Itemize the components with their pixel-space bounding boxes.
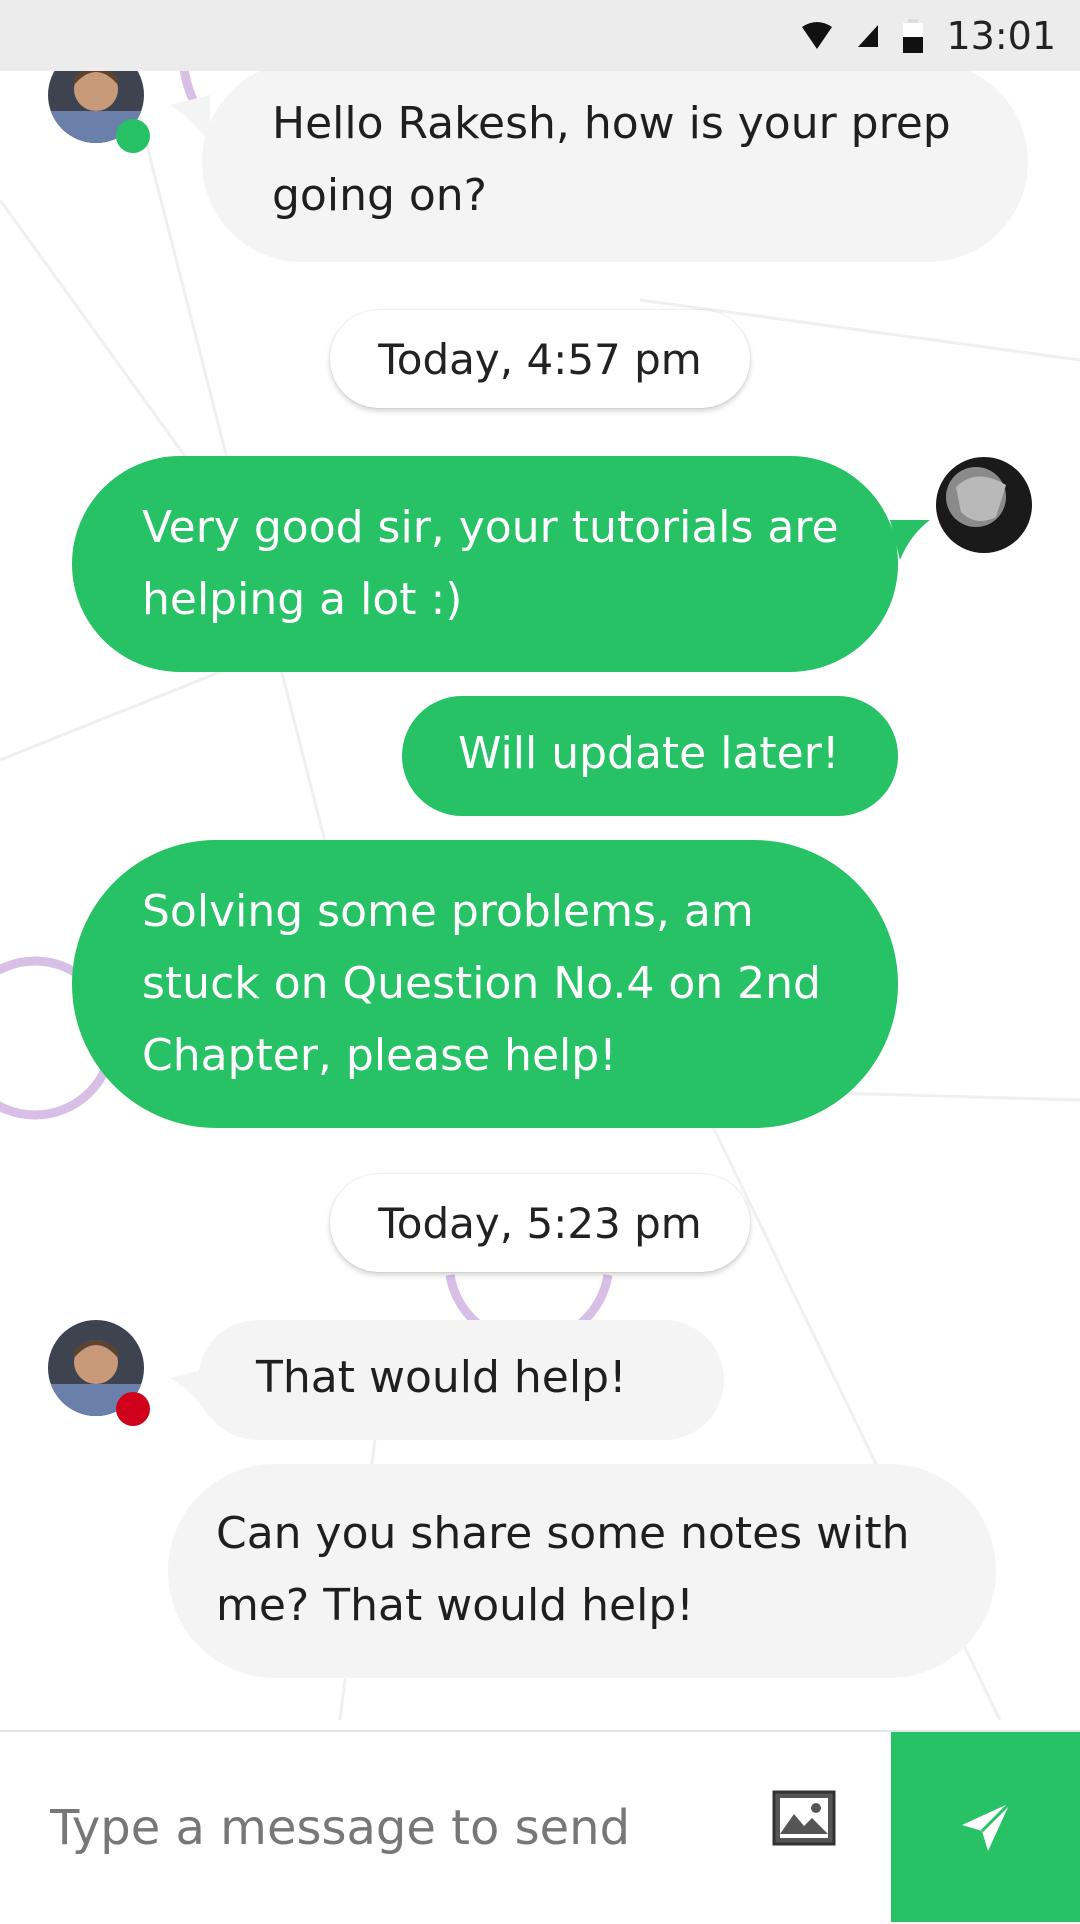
message-composer <box>0 1730 1080 1924</box>
battery-icon <box>903 18 924 53</box>
message-bubble[interactable]: That would help! <box>198 1320 724 1440</box>
status-bar: 13:01 <box>0 0 1080 71</box>
signal-icon <box>858 24 879 47</box>
offline-status-dot <box>116 1392 150 1426</box>
message-bubble[interactable]: Solving some problems, am stuck on Quest… <box>72 840 898 1128</box>
timestamp-chip: Today, 4:57 pm <box>330 310 750 408</box>
message-text: Can you share some notes with me? That w… <box>216 1508 910 1631</box>
person-photo-icon <box>936 457 1032 553</box>
message-input[interactable] <box>48 1732 692 1924</box>
message-bubble[interactable]: Can you share some notes with me? That w… <box>168 1464 996 1678</box>
message-text: Very good sir, your tutorials are helpin… <box>142 502 839 625</box>
message-text: Hello Rakesh, how is your prep going on? <box>272 98 951 221</box>
send-icon <box>961 1801 1011 1851</box>
wifi-icon <box>802 21 833 49</box>
message-bubble[interactable]: Hello Rakesh, how is your prep going on? <box>202 62 1028 262</box>
message-text: Will update later! <box>458 728 840 779</box>
attach-image-button[interactable] <box>772 1790 836 1846</box>
online-status-dot <box>116 119 150 153</box>
image-icon <box>772 1790 836 1846</box>
message-text: Solving some problems, am stuck on Quest… <box>142 886 821 1081</box>
status-time: 13:01 <box>946 13 1056 58</box>
message-bubble[interactable]: Will update later! <box>402 696 898 816</box>
message-text: That would help! <box>256 1352 627 1403</box>
send-button[interactable] <box>891 1732 1080 1922</box>
timestamp-chip: Today, 5:23 pm <box>330 1174 750 1272</box>
message-bubble[interactable]: Very good sir, your tutorials are helpin… <box>72 456 898 672</box>
student-avatar[interactable] <box>936 457 1032 553</box>
